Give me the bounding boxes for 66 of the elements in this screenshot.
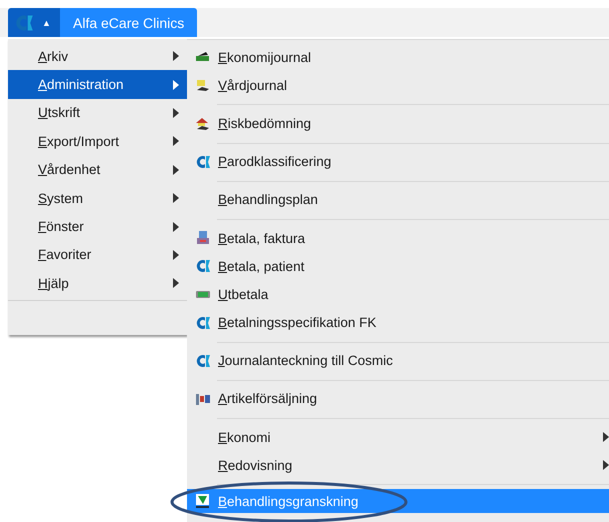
house-icon — [195, 115, 211, 132]
menu-item[interactable]: Betalningsspecifikation FK — [187, 308, 609, 337]
submenu-arrow-icon — [173, 164, 179, 175]
menu-item[interactable]: Parodklassificering — [187, 148, 609, 176]
menu-item-label: Riskbedömning — [218, 116, 312, 131]
folder-icon — [195, 77, 211, 94]
menu-item-label: Behandlingsplan — [218, 192, 319, 208]
menu-item-label: Fönster — [38, 219, 85, 234]
menu-item[interactable]: Artikelförsäljning — [187, 384, 609, 414]
submenu-arrow-icon — [173, 193, 179, 204]
menu-item[interactable]: Favoriter — [8, 240, 187, 270]
menu-item[interactable]: Utbetala — [187, 280, 609, 308]
menu-item-label: Parodklassificering — [218, 154, 332, 170]
menu-item[interactable]: Fönster — [8, 212, 187, 241]
logo-icon — [195, 352, 211, 369]
menu-item-label: Artikelförsäljning — [218, 391, 318, 406]
menu-item[interactable]: Vårdenhet — [8, 156, 187, 184]
submenu-arrow-icon — [173, 136, 179, 146]
menu-item-label: Ekonomi — [218, 430, 272, 445]
menu-item[interactable]: Behandlingsplan — [187, 186, 609, 214]
submenu-arrow-icon — [173, 80, 179, 90]
review-icon — [195, 493, 211, 510]
menu-item-label: Utbetala — [218, 286, 270, 302]
menu-item[interactable]: Redovisning — [187, 451, 609, 480]
menu-item-label: Vårdenhet — [38, 162, 102, 178]
submenu-arrow-icon — [603, 432, 609, 442]
submenu-arrow-icon — [173, 278, 179, 288]
menu-item-label: Utskrift — [38, 105, 81, 120]
menu-item-label: Betala, patient — [218, 258, 306, 274]
menu-item[interactable]: Arkiv — [8, 42, 187, 70]
menu-item[interactable]: Administration — [8, 70, 187, 99]
menu-item[interactable]: Betala, patient — [187, 252, 609, 280]
submenu-arrow-icon — [173, 250, 179, 260]
submenu-arrow-icon — [173, 222, 179, 232]
menu-item-label: Redovisning — [218, 458, 294, 473]
menu-item[interactable]: Export/Import — [8, 127, 187, 156]
menu-item-label: Betalningsspecifikation FK — [218, 315, 378, 330]
submenu-arrow-icon — [173, 108, 179, 118]
menu-item-label: Administration — [38, 77, 125, 92]
menu-item-label: Hjälp — [38, 276, 70, 291]
menu-item-label: System — [38, 190, 84, 206]
submenu-arrow-icon — [173, 51, 179, 62]
menu-item-label: Arkiv — [38, 48, 70, 64]
menu-item[interactable]: Ekonomi — [187, 423, 609, 452]
menu-item-label: Journalanteckning till Cosmic — [218, 353, 394, 368]
menu-item[interactable]: Hjälp — [8, 269, 187, 298]
menu-item-label: Vårdjournal — [218, 78, 288, 93]
menu-item-label: Export/Import — [38, 134, 120, 149]
menu-item[interactable]: Riskbedömning — [187, 109, 609, 138]
menu-item[interactable]: Ekonomijournal — [187, 43, 609, 72]
logo-icon — [195, 258, 211, 274]
menu-item[interactable]: Journalanteckning till Cosmic — [187, 346, 609, 375]
menu-item-label: Ekonomijournal — [218, 50, 312, 65]
menu-item[interactable]: System — [8, 184, 187, 212]
submenu-arrow-icon — [603, 460, 609, 470]
logo-icon — [195, 314, 211, 331]
logo-icon — [195, 154, 211, 170]
app-menu-button[interactable]: ▲ — [8, 8, 60, 37]
menu-item[interactable]: Betala, faktura — [187, 224, 609, 252]
menu-item-label: Favoriter — [38, 247, 92, 262]
menu-item[interactable]: Vårdjournal — [187, 71, 609, 100]
menu-item-label: Betala, faktura — [218, 230, 306, 246]
logo-icon — [14, 12, 34, 32]
printer-icon — [195, 230, 211, 246]
menu-item-label: Behandlingsgranskning — [218, 494, 360, 509]
menu-item[interactable]: Utskrift — [8, 98, 187, 128]
